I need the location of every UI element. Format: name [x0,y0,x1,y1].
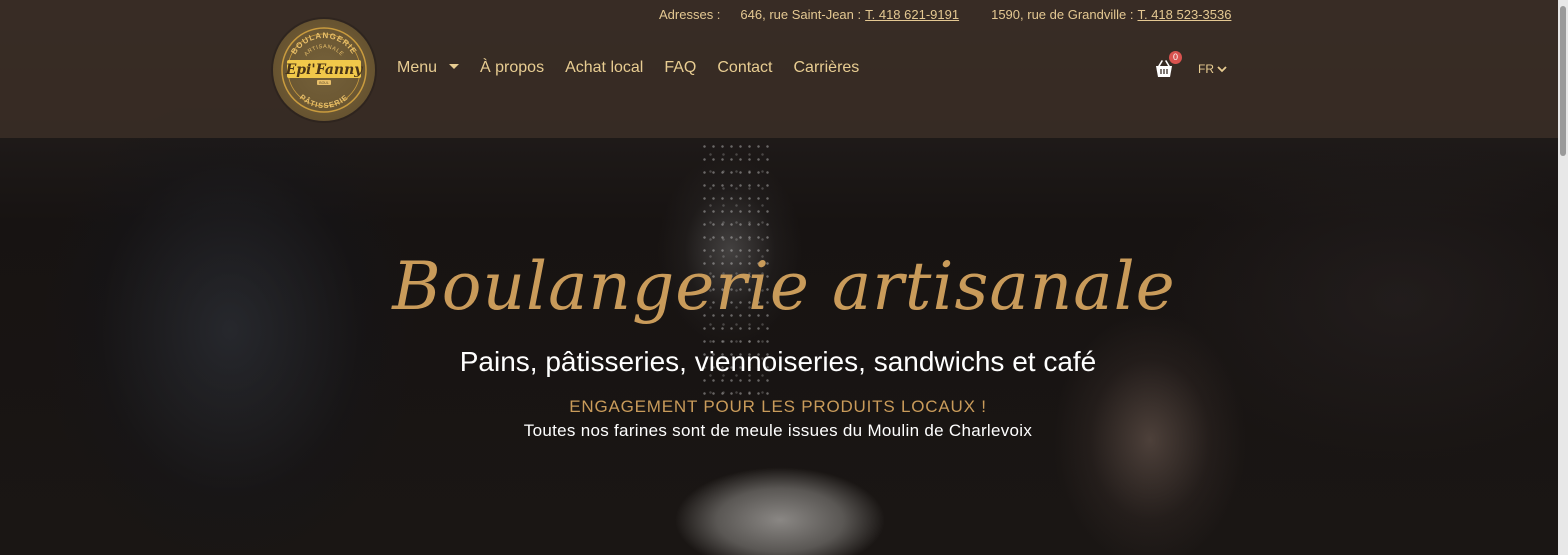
phone-saint-jean-link[interactable]: T. 418 621-9191 [865,7,959,22]
address-bar: Adresses : 646, rue Saint-Jean : T. 418 … [659,7,1231,22]
language-current: FR [1198,62,1214,76]
hero-engagement: ENGAGEMENT POUR LES PRODUITS LOCAUX ! [569,397,987,416]
logo-mid-text: ARTISANALE [303,44,344,58]
page-scrollbar[interactable] [1558,0,1568,555]
svg-text:BOULANGERIE: BOULANGERIE [289,31,359,56]
chevron-down-icon [1217,66,1227,73]
hero-title: Boulangerie artisanale [392,248,1176,325]
main-nav: Menu À propos Achat local FAQ Contact Ca… [397,59,880,77]
logo-top-text: BOULANGERIE [289,31,358,56]
caret-down-icon [449,64,460,70]
scrollbar-thumb[interactable] [1560,6,1566,156]
nav-item-achat-local[interactable]: Achat local [565,59,643,77]
logo-brand-text: Epi'Fanny [285,62,364,78]
language-selector[interactable]: FR [1198,62,1227,76]
brand-logo[interactable]: BOULANGERIE ARTISANALE Epi'Fanny BOUL PÂ… [273,19,375,121]
address-grandville: 1590, rue de Grandville : [991,7,1134,22]
nav-menu-label: Menu [397,59,438,76]
address-saint-jean: 646, rue Saint-Jean : [740,7,862,22]
nav-item-carrieres[interactable]: Carrières [794,59,860,77]
nav-item-faq[interactable]: FAQ [664,59,696,77]
hero-flour-note: Toutes nos farines sont de meule issues … [523,421,1033,440]
addresses-label: Adresses : [659,7,721,22]
phone-grandville-link[interactable]: T. 418 523-3536 [1137,7,1231,22]
nav-item-a-propos[interactable]: À propos [480,59,544,77]
hero-subtitle: Pains, pâtisseries, viennoiseries, sandw… [459,346,1097,377]
logo-emblem: BOULANGERIE ARTISANALE Epi'Fanny BOUL PÂ… [281,27,367,113]
svg-text:ARTISANALE: ARTISANALE [303,44,344,58]
cart-count-badge: 0 [1169,51,1182,64]
nav-item-contact[interactable]: Contact [717,59,772,77]
nav-item-menu[interactable]: Menu [397,59,460,77]
logo-small-text: BOUL [319,81,329,85]
